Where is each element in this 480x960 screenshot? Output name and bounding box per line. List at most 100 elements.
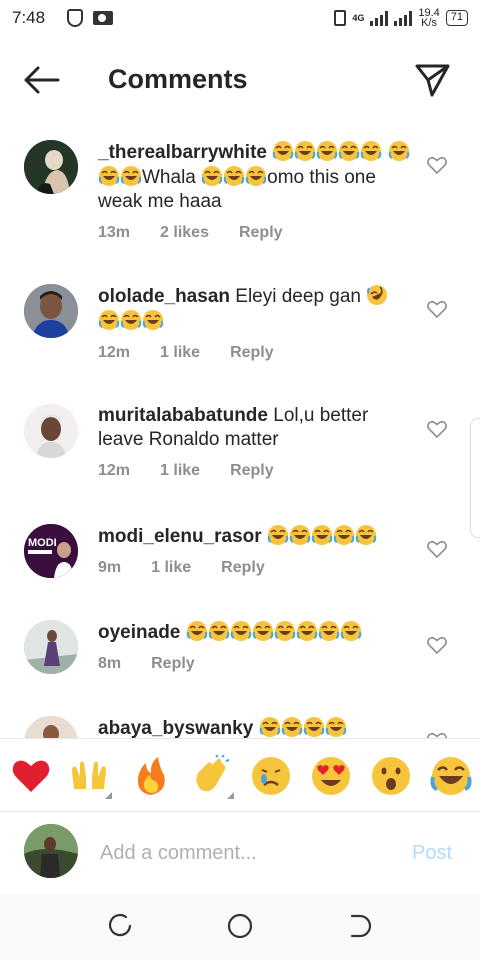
current-user-avatar[interactable]: [24, 824, 78, 878]
battery-indicator: 71: [445, 10, 468, 26]
comment-text: oyeinade: [98, 620, 413, 645]
heart-icon[interactable]: [426, 538, 448, 560]
laughing-emoji-row: [186, 621, 362, 643]
comment-meta: 9m 1 like Reply: [98, 559, 413, 577]
recent-apps-icon[interactable]: [106, 912, 134, 940]
comment-username[interactable]: abaya_byswanky: [98, 718, 253, 738]
reaction-crying-face[interactable]: [250, 755, 292, 797]
skin-tone-indicator: [105, 792, 112, 799]
heart-icon[interactable]: [426, 730, 448, 738]
laughing-emoji-row: [98, 310, 164, 332]
comment-time: 9m: [98, 559, 122, 576]
comment-username[interactable]: muritalababatunde: [98, 405, 268, 426]
comment-meta: 12m 1 like Reply: [98, 462, 413, 480]
comment-likes[interactable]: 2 likes: [160, 224, 209, 242]
reply-button[interactable]: Reply: [230, 462, 274, 480]
comment-body: modi_elenu_rasor 9m 1 like Reply: [98, 524, 413, 577]
rolling-laugh-emoji: [366, 285, 388, 307]
comment-username[interactable]: oyeinade: [98, 622, 180, 643]
avatar[interactable]: [24, 620, 78, 674]
image-notification-icon: [93, 11, 114, 25]
reaction-surprised-face[interactable]: [370, 755, 412, 797]
comment-body: abaya_byswanky: [98, 716, 413, 738]
scroll-handle[interactable]: [470, 418, 480, 538]
comment-meta: 13m 2 likes Reply: [98, 224, 413, 242]
comment-time: 12m: [98, 462, 131, 479]
reply-button[interactable]: Reply: [221, 559, 265, 577]
surprised-face-icon: [372, 757, 410, 795]
tears-of-joy-icon: [430, 757, 472, 795]
skin-tone-indicator: [227, 792, 234, 799]
reaction-raising-hands[interactable]: [68, 755, 112, 799]
laughing-emoji-row: [259, 717, 347, 738]
avatar[interactable]: [24, 404, 78, 458]
fire-icon: [137, 757, 165, 795]
avatar[interactable]: [24, 716, 78, 738]
comment-text-part: Eleyi deep gan: [235, 286, 367, 307]
comments-list[interactable]: _therealbarrywhite Whala omo this one we…: [0, 120, 480, 738]
comment-text: abaya_byswanky: [98, 716, 413, 738]
comment-text: modi_elenu_rasor: [98, 524, 413, 549]
signal-icon: [370, 10, 389, 26]
reply-button[interactable]: Reply: [230, 344, 274, 362]
comment-likes[interactable]: 1 like: [160, 344, 200, 362]
status-time: 7:48: [12, 8, 46, 27]
comment-text: _therealbarrywhite Whala omo this one we…: [98, 140, 413, 214]
reaction-tears-of-joy[interactable]: [430, 755, 472, 797]
comment-text-part: Whala: [142, 167, 202, 188]
home-icon[interactable]: [226, 912, 254, 940]
reaction-heart-eyes[interactable]: [310, 755, 352, 797]
clapping-hands-icon: [196, 754, 230, 792]
header: Comments: [0, 50, 480, 110]
reaction-fire[interactable]: [130, 755, 172, 797]
comment-input[interactable]: [100, 834, 390, 872]
vibrate-icon: [334, 10, 347, 26]
avatar[interactable]: MODI: [24, 524, 78, 578]
comment-likes[interactable]: 1 like: [160, 462, 200, 480]
raising-hands-icon: [72, 761, 106, 789]
comment-time: 13m: [98, 224, 131, 241]
comment-body: oyeinade 8m Reply: [98, 620, 413, 673]
comment-text: muritalababatunde Lol,u better leave Ron…: [98, 404, 413, 452]
comment-body: muritalababatunde Lol,u better leave Ron…: [98, 404, 413, 480]
crying-face-icon: [252, 757, 290, 795]
paper-plane-icon[interactable]: [412, 62, 452, 98]
comment-likes[interactable]: 1 like: [151, 559, 191, 577]
heart-icon[interactable]: [426, 418, 448, 440]
comment-meta: 12m 1 like Reply: [98, 344, 413, 362]
comment-username[interactable]: _therealbarrywhite: [98, 142, 267, 163]
page-title: Comments: [108, 64, 248, 94]
reaction-clapping-hands[interactable]: [190, 754, 234, 799]
shield-icon: [67, 9, 84, 27]
comment-username[interactable]: modi_elenu_rasor: [98, 526, 262, 547]
reply-button[interactable]: Reply: [151, 655, 195, 673]
avatar[interactable]: [24, 284, 78, 338]
laughing-emoji-row: [201, 166, 267, 188]
network-speed: 19.4 K/s: [418, 8, 439, 29]
comment-body: ololade_hasan Eleyi deep gan 12m 1 like …: [98, 284, 413, 362]
heart-icon[interactable]: [426, 154, 448, 176]
laughing-emoji-row: [267, 525, 377, 547]
reaction-red-heart[interactable]: [10, 755, 52, 797]
comment-meta: 8m Reply: [98, 655, 413, 673]
status-bar: 7:48 4G 19.4 K/s 71: [0, 0, 480, 36]
system-nav-bar: [0, 894, 480, 960]
comment-text: ololade_hasan Eleyi deep gan: [98, 284, 413, 334]
avatar[interactable]: [24, 140, 78, 194]
heart-icon[interactable]: [426, 634, 448, 656]
heart-icon[interactable]: [426, 298, 448, 320]
post-button[interactable]: Post: [412, 842, 452, 865]
back-nav-icon[interactable]: [346, 912, 374, 940]
comment-username[interactable]: ololade_hasan: [98, 286, 230, 307]
comment-time: 12m: [98, 344, 131, 361]
heart-eyes-icon: [312, 757, 350, 795]
signal-icon-2: [394, 10, 413, 26]
comment-time: 8m: [98, 655, 122, 672]
comment-composer: Post: [0, 812, 480, 894]
red-heart-icon: [12, 760, 50, 792]
arrow-left-icon[interactable]: [22, 64, 62, 96]
comment-body: _therealbarrywhite Whala omo this one we…: [98, 140, 413, 242]
emoji-reaction-bar: [0, 738, 480, 812]
avatar-logo-text: MODI: [28, 537, 57, 549]
reply-button[interactable]: Reply: [239, 224, 283, 242]
